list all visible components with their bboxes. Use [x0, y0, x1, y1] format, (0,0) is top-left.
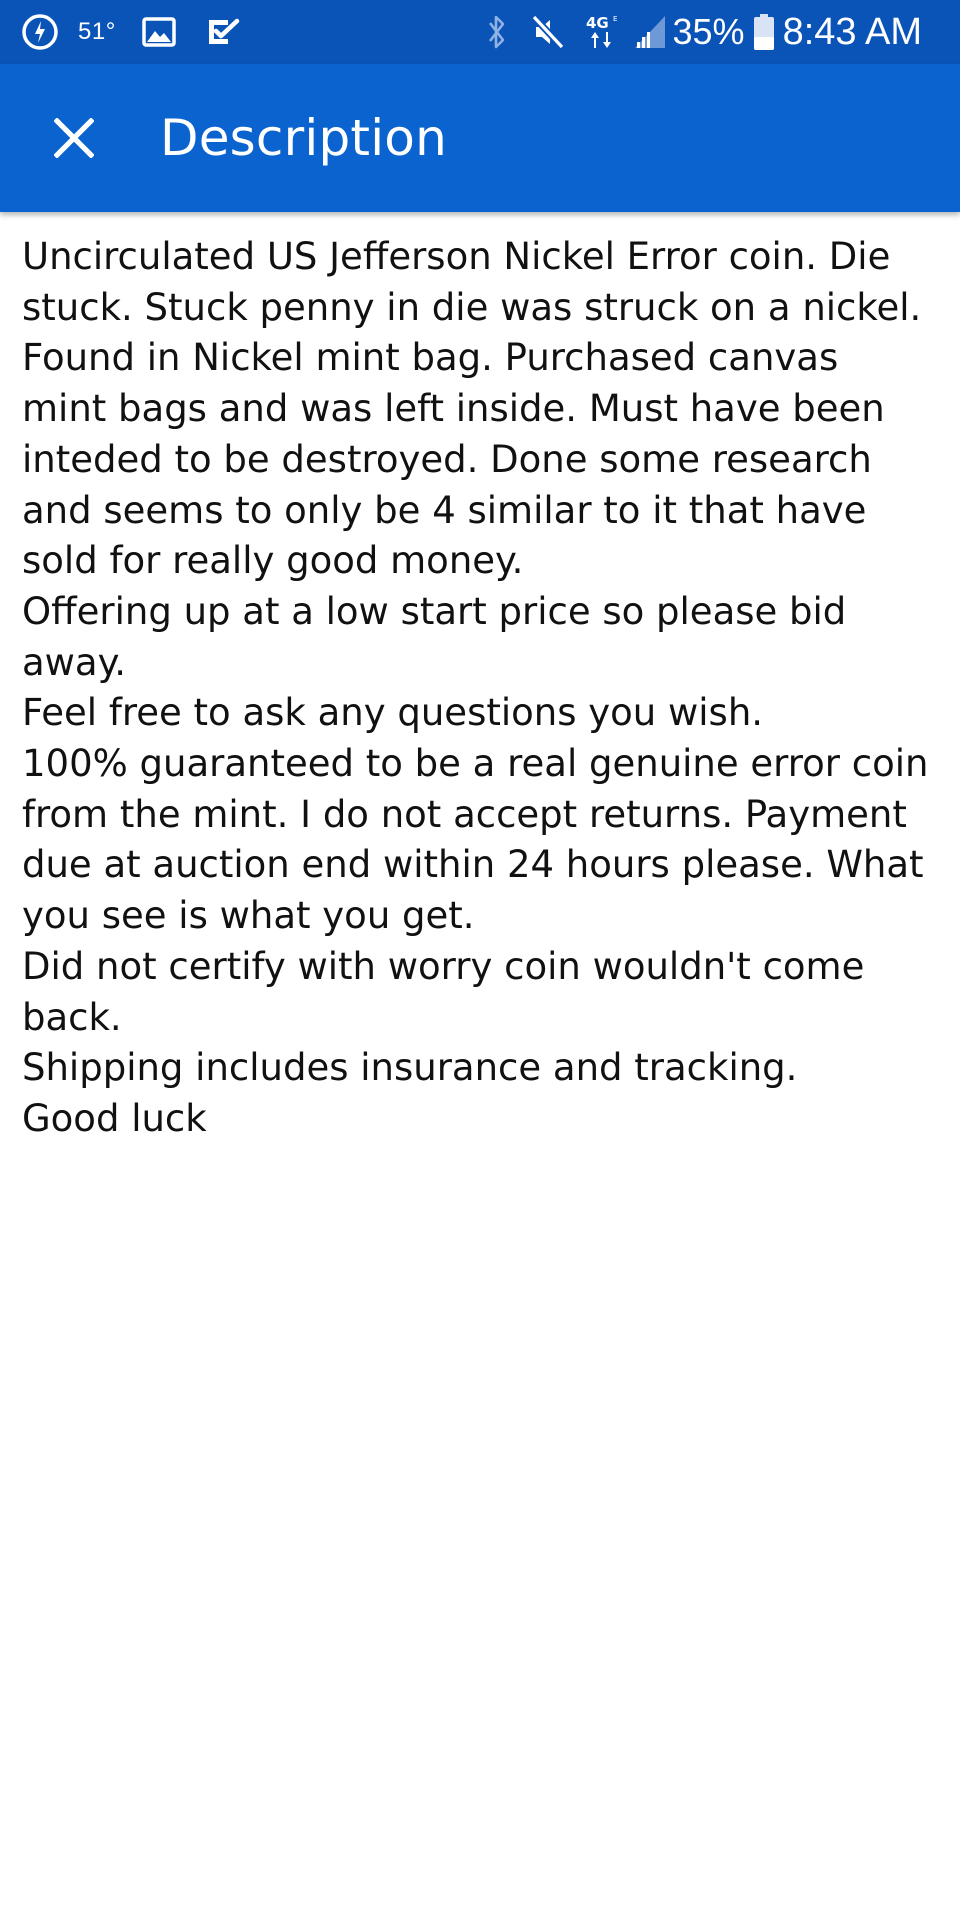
clock-time: 8:43 AM	[782, 10, 922, 53]
description-line: from the mint. I do not accept returns. …	[22, 792, 907, 836]
network-type-icon: 4G E	[585, 12, 623, 52]
status-bar-left: 51°	[20, 0, 240, 64]
description-line: mint bags and was left inside. Must have…	[22, 387, 885, 431]
svg-text:4G: 4G	[586, 14, 609, 32]
description-line: Found in Nickel mint bag. Purchased canv…	[22, 336, 839, 380]
battery-icon	[753, 13, 775, 51]
description-line: Uncirculated US Jefferson Nickel Error c…	[22, 235, 891, 278]
description-line: Offering up at a low start price so plea…	[22, 589, 847, 633]
description-line: Good luck	[22, 1096, 207, 1140]
status-bar: 51° 4G E 35% 8:43 AM	[0, 0, 960, 64]
temperature-label: 51°	[78, 18, 116, 45]
description-line: inteded to be destroyed. Done some resea…	[22, 437, 872, 481]
description-line: you see is what you get.	[22, 894, 475, 938]
battery-percent: 35%	[672, 11, 745, 52]
signal-bars-icon	[633, 14, 667, 50]
description-line: Did not certify with worry coin wouldn't…	[22, 944, 865, 988]
description-line: away.	[22, 640, 126, 684]
image-icon	[142, 16, 176, 48]
muted-speaker-icon	[530, 14, 565, 50]
description-line: back.	[22, 995, 122, 1039]
description-line: and seems to only be 4 similar to it tha…	[22, 488, 867, 532]
description-line: sold for really good money.	[22, 539, 524, 583]
description-body: Uncirculated US Jefferson Nickel Error c…	[0, 212, 960, 1145]
svg-text:E: E	[613, 15, 617, 23]
description-line: 100% guaranteed to be a real genuine err…	[22, 742, 929, 786]
bluetooth-icon	[485, 13, 509, 51]
compass-clock-icon	[20, 12, 60, 52]
page-title: Description	[160, 109, 447, 167]
close-icon	[54, 118, 94, 158]
description-line: Feel free to ask any questions you wish.	[22, 691, 764, 735]
description-line: due at auction end within 24 hours pleas…	[22, 843, 924, 887]
tasks-check-icon	[206, 16, 240, 48]
description-line: stuck. Stuck penny in die was struck on …	[22, 285, 922, 329]
description-line: Shipping includes insurance and tracking…	[22, 1046, 798, 1090]
app-bar: Description	[0, 64, 960, 212]
status-bar-right: 4G E 35% 8:43 AM	[485, 0, 940, 64]
close-button[interactable]	[34, 98, 114, 178]
